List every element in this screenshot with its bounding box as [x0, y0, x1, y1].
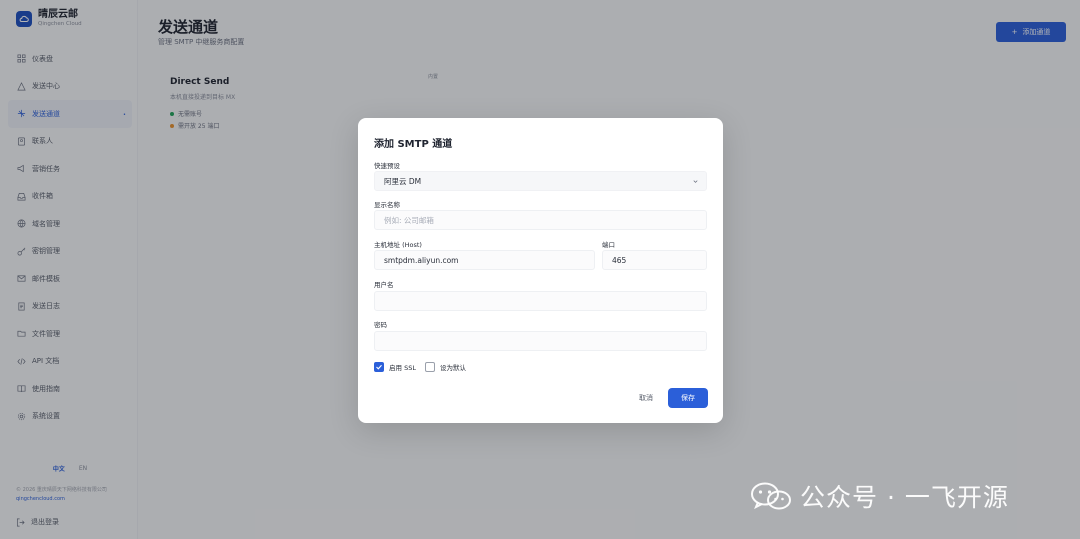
- dialog-title: 添加 SMTP 通道: [374, 139, 453, 150]
- host-input[interactable]: smtpdm.aliyun.com: [374, 250, 595, 270]
- default-label: 设为默认: [440, 364, 466, 372]
- display-name-label: 显示名称: [374, 201, 400, 209]
- default-checkbox[interactable]: 设为默认: [425, 362, 466, 372]
- preset-value: 阿里云 DM: [384, 176, 422, 186]
- username-input[interactable]: [374, 291, 707, 311]
- host-label: 主机地址 (Host): [374, 241, 422, 249]
- preset-label: 快速预设: [374, 162, 400, 170]
- add-smtp-dialog: 添加 SMTP 通道 快速预设 阿里云 DM 显示名称 例如: 公司邮箱 主机地…: [358, 118, 723, 423]
- cancel-button[interactable]: 取消: [628, 388, 664, 408]
- username-label: 用户名: [374, 281, 394, 289]
- watermark: 公众号 · 一飞开源: [750, 478, 1009, 514]
- preset-select[interactable]: 阿里云 DM: [374, 171, 707, 191]
- checkbox-unchecked-icon: [425, 362, 435, 372]
- watermark-text: 公众号 · 一飞开源: [800, 483, 1009, 512]
- ssl-label: 启用 SSL: [389, 364, 416, 372]
- save-button[interactable]: 保存: [668, 388, 708, 408]
- ssl-checkbox[interactable]: 启用 SSL: [374, 362, 416, 372]
- port-label: 端口: [602, 241, 615, 249]
- checkbox-checked-icon: [374, 362, 384, 372]
- wechat-icon: [751, 482, 791, 510]
- password-label: 密码: [374, 321, 387, 329]
- password-input[interactable]: [374, 331, 707, 351]
- port-input[interactable]: 465: [602, 250, 707, 270]
- display-name-input[interactable]: 例如: 公司邮箱: [374, 210, 707, 230]
- chevron-down-icon: [692, 178, 699, 185]
